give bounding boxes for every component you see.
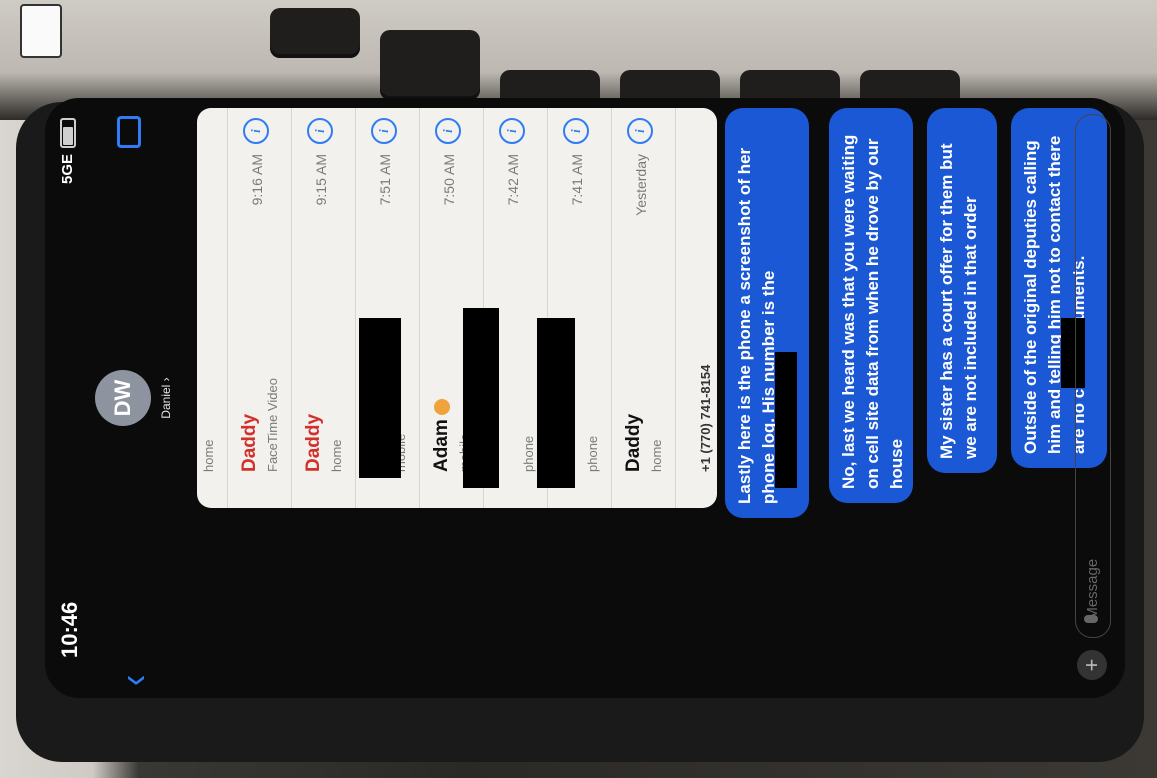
call-row-time: Yesterday [633,154,649,216]
microphone-icon[interactable] [1084,615,1098,623]
info-icon: i [499,118,525,144]
call-log-number: +1 (770) 741-8154 [698,364,713,472]
call-row: phone 7:41 AM i [537,108,612,508]
imessage-placeholder: iMessage [1084,558,1101,623]
call-row-sub: home [201,439,216,472]
redaction-box [359,318,401,478]
conversation-header: ‹ DW Daniel › [89,98,199,698]
info-icon: i [435,118,461,144]
battery-icon [60,118,76,148]
facetime-video-icon[interactable] [117,116,141,148]
message-text: My sister has a court offer for them but… [937,143,980,460]
call-row-time: 7:42 AM [505,154,521,206]
message-thread: home Daddy FaceTime Video 9:16 AM i Dadd… [195,98,1107,698]
contact-name-text: Daniel [159,384,173,419]
call-row-name-text: Adam [431,419,452,472]
message-text: Lastly here is the phone a screenshot of… [735,147,778,504]
call-row-sub: home [329,439,344,472]
call-row-time: 7:50 AM [441,154,457,206]
call-row-time: 9:16 AM [249,154,265,206]
info-icon: i [243,118,269,144]
signal-indicator: 5GE [59,154,76,185]
imessage-field[interactable]: iMessage [1075,114,1111,638]
phone-screen: 10:46 5GE ‹ DW Daniel › home Daddy FaceT… [45,98,1125,698]
call-row: Daddy home 9:15 AM i [291,108,356,508]
call-row-sub: phone [521,435,536,472]
call-row-sub: phone [585,435,600,472]
info-icon: i [563,118,589,144]
call-row: mobile 7:51 AM i [355,108,420,508]
back-chevron-icon[interactable]: ‹ [111,675,158,686]
phone: 10:46 5GE ‹ DW Daniel › home Daddy FaceT… [0,0,1157,778]
plus-icon[interactable]: + [1077,650,1107,680]
message-input-bar: + iMessage [1067,98,1119,698]
avatar[interactable]: DW [95,370,151,426]
call-row-time: 9:15 AM [313,154,329,206]
status-time: 10:46 [57,601,82,658]
message-bubble[interactable]: My sister has a court offer for them but… [927,108,997,473]
message-text: No, last we heard was that you were wait… [839,134,906,489]
call-row: Daddy home Yesterday i [611,108,676,508]
call-row-time: 7:41 AM [569,154,585,206]
redaction-box [463,308,499,488]
call-row-time: 7:51 AM [377,154,393,206]
call-row-name: Daddy [623,413,644,472]
info-icon: i [371,118,397,144]
emoji-icon [433,399,450,416]
status-bar: 10:46 5GE [45,98,89,698]
contact-name[interactable]: Daniel › [159,98,173,698]
call-row: home [197,108,228,508]
redaction-box [537,318,575,488]
call-row-name: Daddy [303,413,324,472]
message-bubble[interactable]: No, last we heard was that you were wait… [829,108,913,503]
info-icon: i [627,118,653,144]
call-row: Daddy FaceTime Video 9:16 AM i [227,108,292,508]
info-icon: i [307,118,333,144]
call-row-name: Adam [431,399,453,472]
call-row-sub: FaceTime Video [265,378,280,472]
redaction-box [775,352,797,488]
call-log-screenshot[interactable]: home Daddy FaceTime Video 9:16 AM i Dadd… [197,108,717,508]
call-row-name: Daddy [239,413,260,472]
call-row-sub: home [649,439,664,472]
